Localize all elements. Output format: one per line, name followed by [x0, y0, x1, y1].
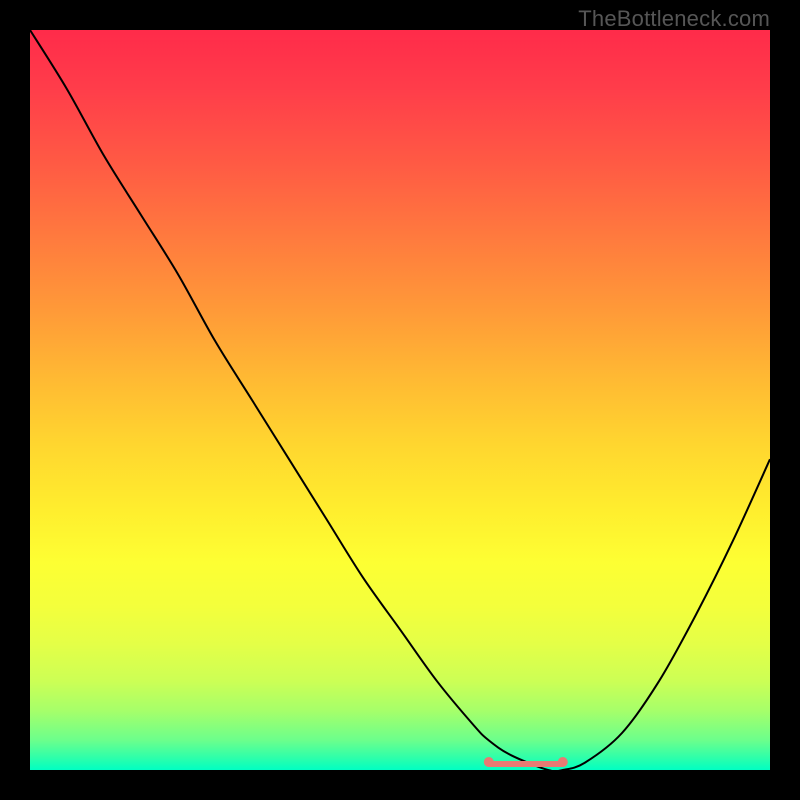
bottleneck-curve	[30, 30, 770, 770]
plot-area	[30, 30, 770, 770]
optimal-range-dot-right	[558, 757, 568, 767]
optimal-range-dot-left	[484, 757, 494, 767]
curve-svg	[30, 30, 770, 770]
chart-container: TheBottleneck.com	[0, 0, 800, 800]
watermark-text: TheBottleneck.com	[578, 6, 770, 32]
